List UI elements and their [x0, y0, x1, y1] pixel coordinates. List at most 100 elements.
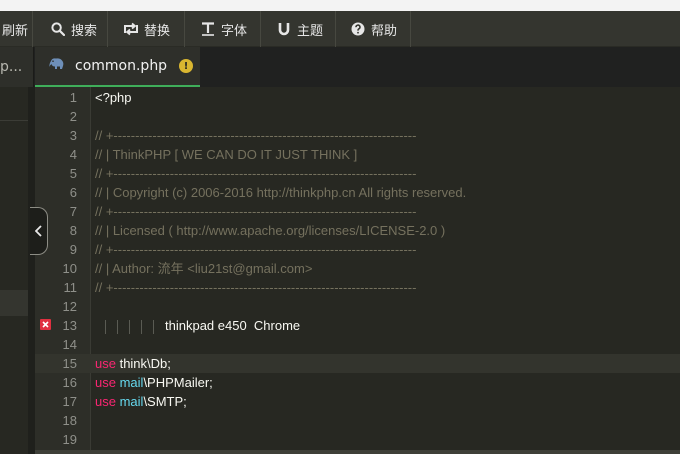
- code-line[interactable]: [91, 335, 680, 354]
- line-number-text: 10: [62, 261, 77, 276]
- tab-previous-label: p...: [0, 59, 23, 75]
- line-number-text: 16: [62, 375, 77, 390]
- code-line[interactable]: // | ThinkPHP [ WE CAN DO IT JUST THINK …: [91, 145, 680, 164]
- indent-guide: [105, 320, 106, 334]
- theme-label: 主题: [297, 23, 324, 39]
- line-number: 15: [35, 354, 91, 373]
- error-marker-icon[interactable]: [40, 319, 51, 330]
- replace-label: 替换: [144, 23, 171, 39]
- code-line[interactable]: [91, 297, 680, 316]
- line-number: 18: [35, 411, 91, 430]
- code-line[interactable]: use mail\SMTP;: [91, 392, 680, 411]
- sidebar-collapse-button[interactable]: [30, 207, 48, 255]
- line-number-text: 4: [69, 147, 77, 162]
- code-token: <?php: [95, 90, 132, 105]
- line-number-text: 5: [69, 166, 77, 181]
- line-number: 12: [35, 297, 91, 316]
- code-line[interactable]: // +------------------------------------…: [91, 126, 680, 145]
- line-number-text: 14: [62, 337, 77, 352]
- refresh-label: 刷新: [1, 23, 28, 39]
- help-label: 帮助: [371, 23, 398, 39]
- font-icon: [200, 21, 216, 37]
- line-number: 3: [35, 126, 91, 145]
- code-token: // | Author: 流年 <liu21st@gmail.com>: [95, 261, 313, 276]
- line-number-text: 11: [63, 280, 78, 295]
- indent-guide: [129, 320, 130, 334]
- theme-button[interactable]: 主题: [262, 11, 336, 47]
- line-number-text: 19: [62, 432, 77, 447]
- php-elephant-icon: [49, 58, 65, 74]
- code-line[interactable]: use mail\PHPMailer;: [91, 373, 680, 392]
- line-number: 2: [35, 107, 91, 126]
- font-button[interactable]: 字体: [186, 11, 261, 47]
- line-number-text: 7: [69, 204, 77, 219]
- line-number: 19: [35, 430, 91, 449]
- code-line[interactable]: // +------------------------------------…: [91, 278, 680, 297]
- code-line[interactable]: // | Author: 流年 <liu21st@gmail.com>: [91, 259, 680, 278]
- code-line[interactable]: [91, 430, 680, 449]
- tab-common-php[interactable]: common.php !: [35, 47, 200, 87]
- code-token: // +------------------------------------…: [95, 242, 417, 257]
- help-button[interactable]: 帮助: [337, 11, 411, 47]
- line-number-text: 9: [69, 242, 77, 257]
- line-number-text: 2: [69, 109, 77, 124]
- code-token: use: [95, 394, 116, 409]
- code-editor[interactable]: <?php // +-------------------------------…: [91, 87, 680, 454]
- line-number: 4: [35, 145, 91, 164]
- line-number-text: 1: [69, 90, 77, 105]
- help-icon: [350, 21, 366, 37]
- code-line[interactable]: use think\Db;: [91, 354, 680, 373]
- line-number-text: 8: [69, 223, 77, 238]
- line-number-text: 13: [62, 318, 77, 333]
- line-number-text: 18: [62, 413, 77, 428]
- code-line[interactable]: // | Licensed ( http://www.apache.org/li…: [91, 221, 680, 240]
- code-line[interactable]: // +------------------------------------…: [91, 240, 680, 259]
- line-number: 17: [35, 392, 91, 411]
- line-number-text: 15: [62, 356, 77, 371]
- warning-icon: !: [179, 59, 194, 73]
- code-token: mail: [119, 394, 144, 409]
- window-top-strip: [0, 0, 680, 11]
- code-token: \SMTP;: [143, 394, 187, 409]
- code-token: use: [95, 375, 116, 390]
- code-line[interactable]: thinkpad e450 Chrome: [91, 316, 680, 335]
- code-token: // | Copyright (c) 2006-2016 http://thin…: [95, 185, 467, 200]
- code-token: \PHPMailer;: [143, 375, 213, 390]
- indent-guide: [117, 320, 118, 334]
- line-number: 1: [35, 88, 91, 107]
- line-number-text: 12: [62, 299, 77, 314]
- indent-guide: [141, 320, 142, 334]
- code-line[interactable]: [91, 107, 680, 126]
- code-line[interactable]: // +------------------------------------…: [91, 164, 680, 183]
- sidebar-divider: [0, 120, 28, 121]
- tab-previous-file[interactable]: p...: [0, 47, 34, 87]
- line-number-gutter: 1 2 3 4 5 6 7 8 9 10 11 12 13 14 15 16 17 18 19: [35, 87, 91, 454]
- line-number: 6: [35, 183, 91, 202]
- search-label: 搜索: [71, 23, 98, 39]
- refresh-button[interactable]: 刷新: [0, 11, 33, 47]
- code-line[interactable]: [91, 411, 680, 430]
- tab-active-label: common.php: [75, 58, 168, 74]
- line-number: 11: [35, 278, 91, 297]
- code-line[interactable]: // | Copyright (c) 2006-2016 http://thin…: [91, 183, 680, 202]
- magnet-icon: [276, 21, 292, 37]
- chevron-left-icon: [34, 222, 42, 241]
- replace-button[interactable]: 替换: [109, 11, 185, 47]
- search-icon: [50, 21, 66, 37]
- file-sidebar: [0, 87, 35, 454]
- indent-guide: [153, 320, 154, 334]
- code-line[interactable]: // +------------------------------------…: [91, 202, 680, 221]
- font-label: 字体: [221, 23, 248, 39]
- code-line[interactable]: <?php: [91, 88, 680, 107]
- line-number-text: 6: [69, 185, 77, 200]
- code-token: // +------------------------------------…: [95, 204, 417, 219]
- replace-icon: [123, 21, 139, 37]
- line-number-text: 3: [69, 128, 77, 143]
- sidebar-selected-item[interactable]: [0, 290, 28, 316]
- search-button[interactable]: 搜索: [34, 11, 108, 47]
- toolbar: 刷新 搜索 替换 字体 主题 帮助: [0, 11, 680, 47]
- code-token: // | Licensed ( http://www.apache.org/li…: [95, 223, 446, 238]
- horizontal-scrollbar[interactable]: [35, 450, 680, 454]
- code-token: thinkpad e450 Chrome: [165, 318, 301, 333]
- code-token: // +------------------------------------…: [95, 128, 417, 143]
